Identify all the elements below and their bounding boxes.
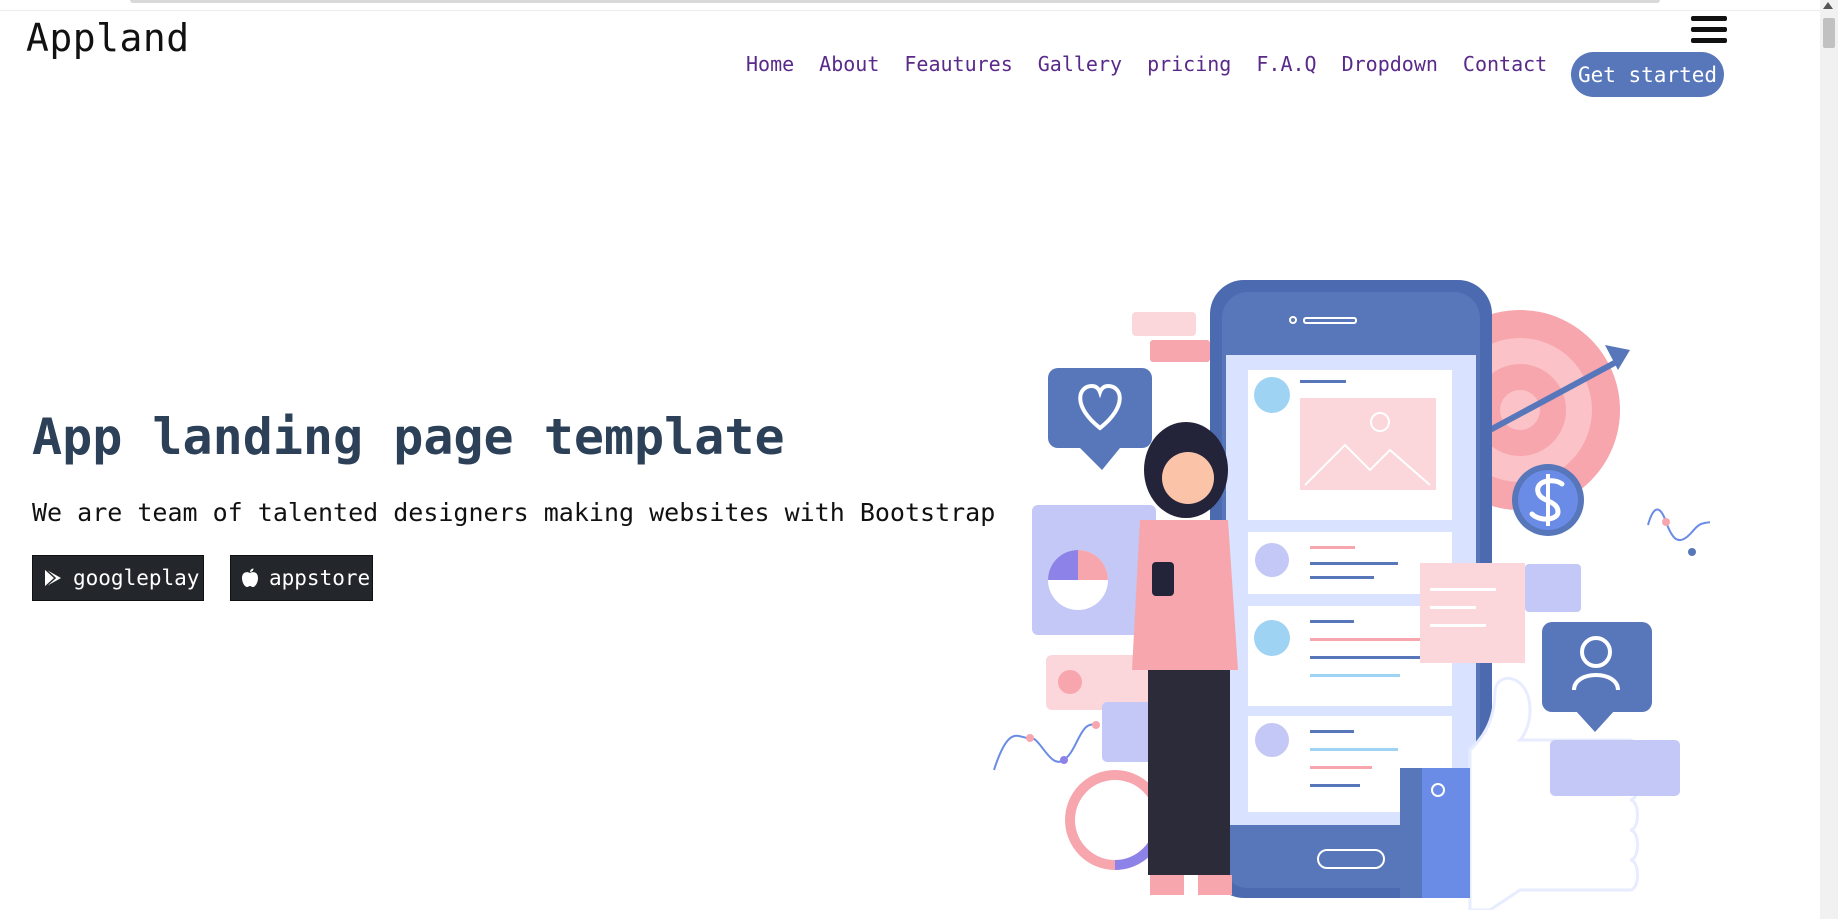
nav-about[interactable]: About [819, 52, 879, 76]
dollar-coin-graphic [1512, 464, 1584, 536]
get-started-button[interactable]: Get started [1571, 52, 1724, 97]
nav-dropdown[interactable]: Dropdown [1342, 52, 1438, 76]
googleplay-button[interactable]: googleplay [32, 555, 204, 601]
brand-logo[interactable]: Appland [26, 16, 190, 60]
nav-features[interactable]: Feautures [904, 52, 1012, 76]
menu-icon[interactable] [1691, 16, 1727, 46]
page-scrollbar[interactable] [1820, 0, 1838, 919]
play-store-icon [43, 567, 63, 589]
hero-illustration [993, 280, 1710, 910]
appstore-button[interactable]: appstore [230, 555, 373, 601]
scroll-up-icon[interactable] [1823, 2, 1833, 9]
nav-pricing[interactable]: pricing [1147, 52, 1231, 76]
top-bar-edge [130, 0, 1660, 3]
apple-icon [241, 567, 259, 589]
woman-graphic [1132, 422, 1238, 895]
appstore-label: appstore [269, 566, 371, 590]
main-nav: Home About Feautures Gallery pricing F.A… [746, 52, 1572, 76]
nav-gallery[interactable]: Gallery [1038, 52, 1122, 76]
nav-contact[interactable]: Contact [1463, 52, 1547, 76]
donut-graphic [1065, 770, 1165, 870]
header-divider [0, 10, 1820, 11]
googleplay-label: googleplay [73, 566, 200, 590]
scroll-thumb[interactable] [1823, 18, 1835, 48]
nav-home[interactable]: Home [746, 52, 794, 76]
hero-title: App landing page template [32, 408, 785, 466]
hero-subtitle: We are team of talented designers making… [32, 498, 996, 527]
nav-faq[interactable]: F.A.Q [1256, 52, 1316, 76]
heart-bubble-graphic [1048, 368, 1152, 470]
user-bubble-graphic [1542, 622, 1652, 732]
